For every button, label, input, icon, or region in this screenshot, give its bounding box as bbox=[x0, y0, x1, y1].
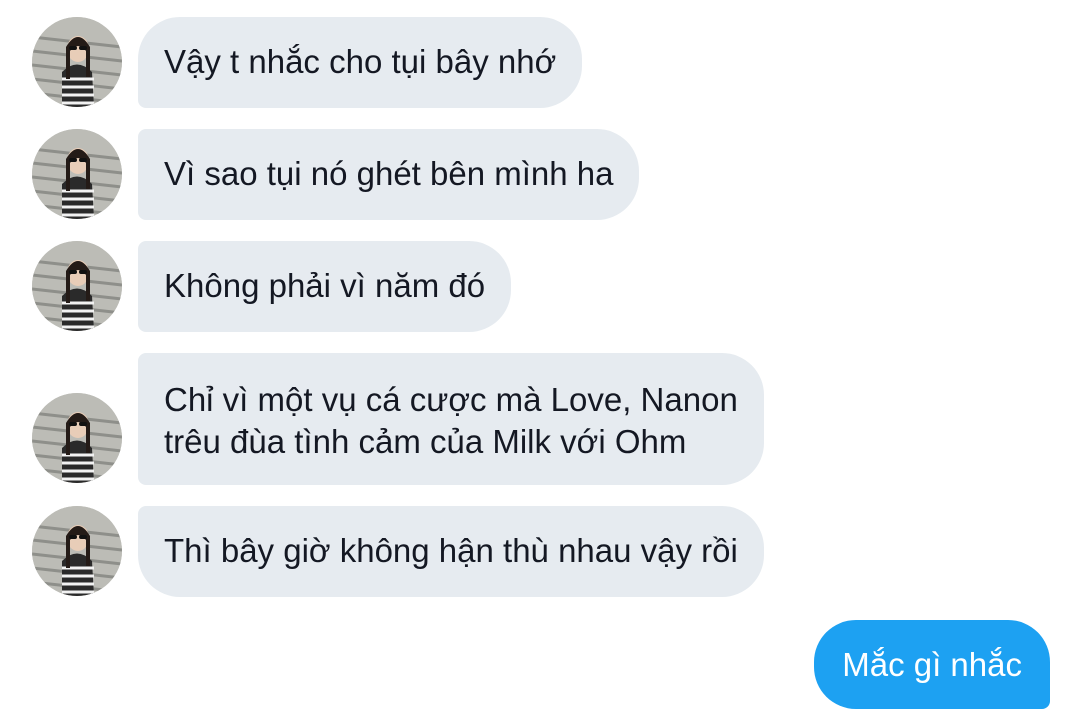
contact-avatar[interactable] bbox=[32, 17, 122, 107]
avatar-photo-icon bbox=[32, 506, 122, 596]
received-message-bubble[interactable]: Vậy t nhắc cho tụi bây nhớ bbox=[138, 17, 583, 108]
sent-message-bubble[interactable]: Mắc gì nhắc bbox=[814, 620, 1050, 709]
contact-avatar[interactable] bbox=[32, 393, 122, 483]
contact-avatar[interactable] bbox=[32, 241, 122, 331]
avatar-photo-icon bbox=[32, 129, 122, 219]
avatar-photo-icon bbox=[32, 17, 122, 107]
avatar-photo-icon bbox=[32, 393, 122, 483]
received-message-bubble[interactable]: Không phải vì năm đó bbox=[138, 241, 512, 332]
received-message-bubble[interactable]: Chỉ vì một vụ cá cược mà Love, Nanon trê… bbox=[138, 353, 764, 485]
contact-avatar[interactable] bbox=[32, 506, 122, 596]
contact-avatar[interactable] bbox=[32, 129, 122, 219]
avatar-photo-icon bbox=[32, 241, 122, 331]
received-message-bubble[interactable]: Vì sao tụi nó ghét bên mình ha bbox=[138, 129, 640, 220]
received-message-bubble[interactable]: Thì bây giờ không hận thù nhau vậy rồi bbox=[138, 506, 764, 597]
